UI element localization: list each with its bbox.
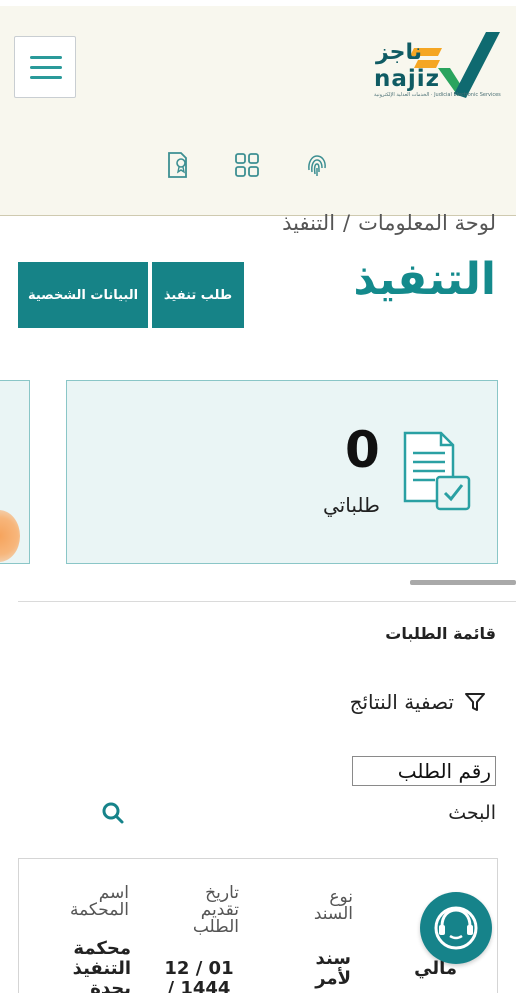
table-header-court-name: اسم المحكمة: [69, 883, 129, 920]
search-label: البحث: [448, 802, 496, 824]
agent-headset-icon: [434, 906, 478, 950]
my-requests-count: 0: [345, 421, 380, 479]
table-header-document-type: نوع السند: [313, 887, 353, 924]
requests-list-title: قائمة الطلبات: [385, 624, 496, 643]
logo-arabic-text: ناجز: [376, 40, 423, 65]
menu-line: [30, 66, 62, 69]
top-header: ناجز najiz الخدمات العدلية الإلكترونية ·…: [0, 6, 516, 216]
filter-label: تصفية النتائج: [349, 690, 454, 714]
hamburger-menu-button[interactable]: [14, 36, 76, 98]
breadcrumb-separator: /: [343, 211, 351, 235]
logo-tagline: الخدمات العدلية الإلكترونية · Judicial E…: [374, 92, 501, 98]
my-requests-label: طلباتي: [323, 493, 380, 517]
my-requests-card[interactable]: 0 طلباتي: [66, 380, 498, 564]
document-check-icon: [401, 427, 475, 515]
support-chat-button[interactable]: [420, 892, 492, 964]
breadcrumb-current: التنفيذ: [282, 211, 336, 235]
table-cell-document-type: سند لأمر: [315, 948, 351, 989]
filter-results-toggle[interactable]: تصفية النتائج: [350, 690, 486, 714]
divider: [18, 601, 516, 602]
execution-request-button[interactable]: طلب تنفيذ: [152, 262, 244, 328]
menu-line: [30, 56, 62, 59]
table-cell-court-name: محكمة التنفيذ بجدة: [72, 938, 131, 993]
table-header-submission-date: تاريخ تقديم الطلب: [192, 883, 239, 937]
najiz-logo[interactable]: ناجز najiz الخدمات العدلية الإلكترونية ·…: [370, 28, 502, 100]
document-seal-icon[interactable]: [164, 150, 192, 180]
breadcrumb: لوحة المعلومات / التنفيذ: [282, 208, 496, 236]
apps-grid-icon[interactable]: [233, 150, 261, 180]
fingerprint-icon[interactable]: [303, 150, 331, 180]
request-number-select[interactable]: رقم الطلب: [352, 756, 496, 786]
filter-funnel-icon: [465, 693, 485, 711]
search-icon[interactable]: [100, 800, 126, 826]
page-title: التنفيذ: [353, 254, 496, 305]
personal-data-button[interactable]: البيانات الشخصية: [18, 262, 148, 328]
table-cell-submission-date: 12 / 01 / 1444: [164, 958, 234, 993]
carousel-scrollbar[interactable]: [410, 580, 516, 585]
logo-english-text: najiz: [374, 66, 441, 92]
menu-line: [30, 76, 62, 79]
breadcrumb-home-link[interactable]: لوحة المعلومات: [358, 211, 496, 235]
